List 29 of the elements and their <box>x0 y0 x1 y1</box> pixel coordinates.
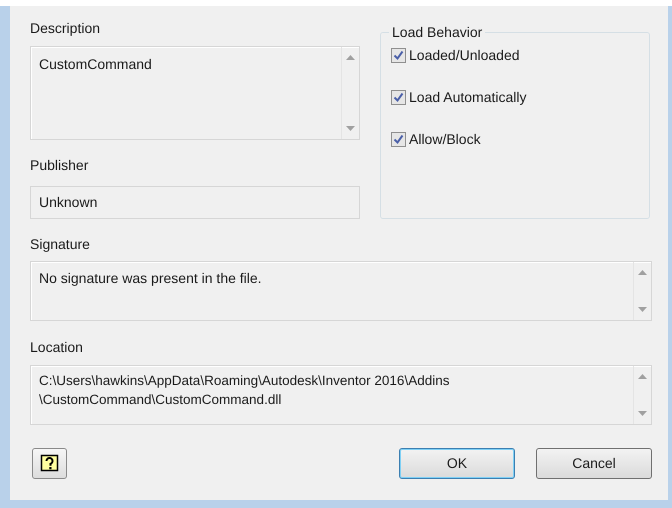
text-box[interactable]: No signature was present in the file. <box>30 261 652 321</box>
field-label: Location <box>30 338 84 357</box>
text-field[interactable]: Unknown <box>30 186 360 219</box>
scroll-down-icon[interactable] <box>346 126 355 131</box>
scroll-up-icon[interactable] <box>346 55 355 60</box>
field-label: Publisher <box>30 156 90 175</box>
field-label: Signature <box>30 235 91 254</box>
scroll-up-icon[interactable] <box>638 374 647 379</box>
checkbox-label: Loaded/Unloaded <box>409 46 520 65</box>
text-value: C:\Users\hawkins\AppData\Roaming\Autodesk\Inventor 2016\Addins <box>39 372 450 390</box>
checkbox-label: Allow/Block <box>409 130 481 149</box>
help-button[interactable] <box>32 448 67 479</box>
checkbox-label: Load Automatically <box>409 88 527 107</box>
checkbox[interactable] <box>391 90 406 105</box>
dialog-button[interactable]: Cancel <box>536 448 652 479</box>
scroll-up-icon[interactable] <box>638 270 647 275</box>
scroll-down-icon[interactable] <box>638 411 647 416</box>
text-value: Unknown <box>39 193 98 212</box>
field-label: Description <box>30 19 102 38</box>
text-box[interactable]: CustomCommand <box>30 46 360 140</box>
help-icon <box>40 454 60 474</box>
checkbox[interactable] <box>391 48 406 63</box>
text-value: \CustomCommand\CustomCommand.dll <box>39 391 282 409</box>
checkbox[interactable] <box>391 132 406 147</box>
scroll-down-icon[interactable] <box>638 307 647 312</box>
text-box[interactable]: C:\Users\hawkins\AppData\Roaming\Autodesk\Inventor 2016\Addins \CustomCommand\CustomCommand.dll <box>30 365 652 425</box>
text-value: CustomCommand <box>39 56 152 72</box>
text-value: No signature was present in the file. <box>39 270 262 286</box>
dialog-button[interactable]: OK <box>399 448 515 479</box>
